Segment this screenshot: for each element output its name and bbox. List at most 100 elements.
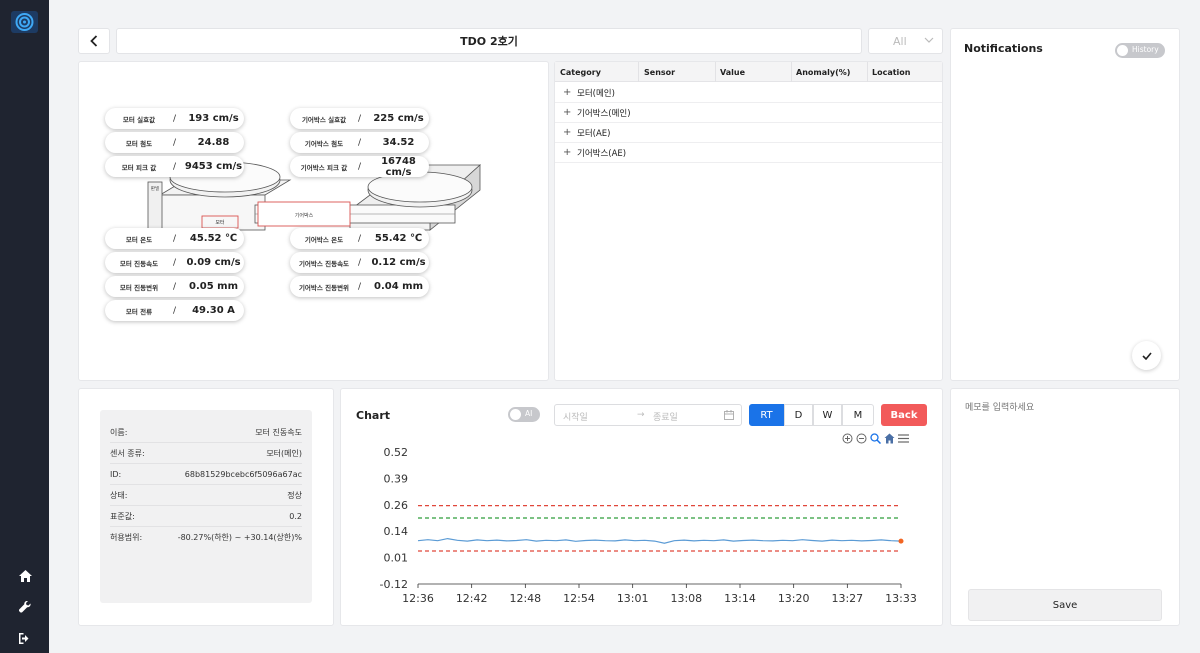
motor-velocity-pill: 모터 진동속도 / 0.09 cm/s — [105, 252, 244, 273]
expand-icon[interactable]: + — [563, 107, 577, 118]
row-category: 모터(AE) — [577, 128, 611, 139]
x-tick-label: 12:54 — [563, 592, 595, 605]
pill-separator: / — [173, 161, 177, 172]
home-icon[interactable] — [14, 565, 36, 587]
toggle-knob — [510, 409, 521, 420]
y-tick-label: 0.52 — [384, 446, 409, 459]
pill-value: 45.52 ℃ — [189, 233, 238, 244]
pill-label: 모터 진동속도 — [119, 259, 159, 268]
x-tick-label: 13:27 — [831, 592, 863, 605]
pill-separator: / — [173, 137, 177, 148]
x-tick-label: 13:33 — [885, 592, 917, 605]
range-m-button[interactable]: M — [842, 404, 874, 426]
ai-label: AI — [525, 409, 533, 418]
x-tick-label: 12:42 — [456, 592, 488, 605]
table-row[interactable]: + 모터(AE) — [555, 123, 942, 143]
info-row: ID: 68b81529bcebc6f5096a67ac — [110, 464, 302, 485]
info-key: 표준값: — [110, 511, 135, 521]
y-tick-label: 0.14 — [384, 525, 409, 538]
info-value: 0.2 — [289, 511, 302, 521]
history-label: History — [1132, 45, 1159, 54]
gearbox-velocity-pill: 기어박스 진동속도 / 0.12 cm/s — [290, 252, 429, 273]
toggle-knob — [1117, 45, 1128, 56]
info-key: 허용범위: — [110, 533, 143, 542]
notifications-title: Notifications — [964, 42, 1043, 55]
x-tick-label: 12:48 — [509, 592, 541, 605]
column-header[interactable]: Anomaly(%) — [796, 68, 850, 77]
y-tick-label: 0.01 — [384, 552, 409, 565]
y-tick-label: -0.12 — [380, 578, 408, 591]
date-range-picker[interactable]: 시작일 → 종료일 — [554, 404, 742, 426]
pill-value: 193 cm/s — [188, 113, 239, 124]
panel-label: 판넬 — [151, 185, 159, 192]
info-row: 허용범위: -80.27%(하한) ~ +30.14(상한)% — [110, 527, 302, 548]
pill-value: 34.52 — [382, 137, 415, 148]
start-date-input[interactable]: 시작일 — [563, 410, 588, 423]
range-d-button[interactable]: D — [784, 404, 813, 426]
x-tick-label: 13:14 — [724, 592, 756, 605]
expand-icon[interactable]: + — [563, 87, 577, 98]
pill-separator: / — [358, 113, 362, 124]
wrench-icon[interactable] — [14, 596, 36, 618]
motor-current-pill: 모터 전류 / 49.30 A — [105, 300, 244, 321]
pill-label: 모터 실효값 — [122, 115, 156, 124]
range-rt-button[interactable]: RT — [749, 404, 784, 426]
back-button[interactable] — [78, 28, 110, 54]
info-value: 모터(메인) — [266, 448, 302, 458]
latest-point-marker — [898, 538, 904, 544]
pill-label: 기어박스 실효값 — [301, 115, 347, 124]
info-key: ID: — [110, 469, 122, 479]
pill-label: 모터 온도 — [125, 235, 153, 244]
motor-displacement-pill: 모터 진동변위 / 0.05 mm — [105, 276, 244, 297]
notifications-card — [950, 28, 1180, 381]
table-row[interactable]: + 기어박스(메인) — [555, 103, 942, 123]
sidebar — [0, 0, 49, 653]
info-key: 이름: — [110, 427, 128, 437]
range-w-button[interactable]: W — [813, 404, 842, 426]
sensor-info-box: 이름: 모터 진동속도 센서 종류: 모터(메인) ID: 68b81529bcebc… — [100, 410, 312, 603]
y-tick-label: 0.26 — [384, 499, 409, 512]
pill-label: 기어박스 첨도 — [304, 139, 344, 148]
pill-separator: / — [358, 257, 362, 268]
column-header[interactable]: Value — [720, 68, 745, 77]
pill-value: 0.04 mm — [374, 281, 423, 292]
table-row[interactable]: + 모터(메인) — [555, 83, 942, 103]
expand-icon[interactable]: + — [563, 147, 577, 158]
column-header[interactable]: Category — [560, 68, 601, 77]
info-row: 센서 종류: 모터(메인) — [110, 443, 302, 464]
pill-separator: / — [358, 161, 362, 172]
ai-toggle[interactable]: AI — [508, 407, 540, 422]
info-value: 68b81529bcebc6f5096a67ac — [184, 469, 302, 479]
sensor-line-chart[interactable]: 0.52 0.39 0.26 0.14 0.01 -0.1212:36 12:42 12:48… — [360, 440, 930, 610]
pill-label: 모터 전류 — [125, 307, 153, 316]
chart-back-button[interactable]: Back — [881, 404, 927, 426]
save-button[interactable]: Save — [968, 589, 1162, 621]
motor-rms-pill: 모터 실효값 / 193 cm/s — [105, 108, 244, 129]
memo-input[interactable] — [965, 400, 1160, 580]
pill-label: 기어박스 피크 값 — [300, 163, 348, 172]
gearbox-label: 기어박스 — [295, 212, 314, 219]
pill-label: 모터 첨도 — [125, 139, 153, 148]
check-icon — [1141, 351, 1152, 360]
pill-value: 24.88 — [197, 137, 230, 148]
x-tick-label: 13:01 — [617, 592, 649, 605]
table-row[interactable]: + 기어박스(AE) — [555, 143, 942, 163]
logout-icon[interactable] — [14, 627, 36, 649]
pill-value: 9453 cm/s — [184, 161, 243, 172]
x-tick-label: 13:08 — [670, 592, 702, 605]
x-tick-label: 12:36 — [402, 592, 434, 605]
logo-icon[interactable] — [11, 11, 38, 33]
calendar-icon[interactable] — [724, 410, 734, 420]
confirm-button[interactable] — [1132, 341, 1161, 370]
column-header[interactable]: Location — [872, 68, 911, 77]
column-header[interactable]: Sensor — [644, 68, 675, 77]
filter-select[interactable]: All — [868, 28, 943, 54]
pill-value: 0.05 mm — [189, 281, 238, 292]
expand-icon[interactable]: + — [563, 127, 577, 138]
pill-label: 모터 피크 값 — [121, 163, 157, 172]
history-toggle[interactable]: History — [1115, 43, 1165, 58]
motor-peak-pill: 모터 피크 값 / 9453 cm/s — [105, 156, 244, 177]
row-category: 모터(메인) — [577, 88, 615, 99]
end-date-input[interactable]: 종료일 — [653, 410, 678, 423]
info-key: 상태: — [110, 490, 128, 500]
